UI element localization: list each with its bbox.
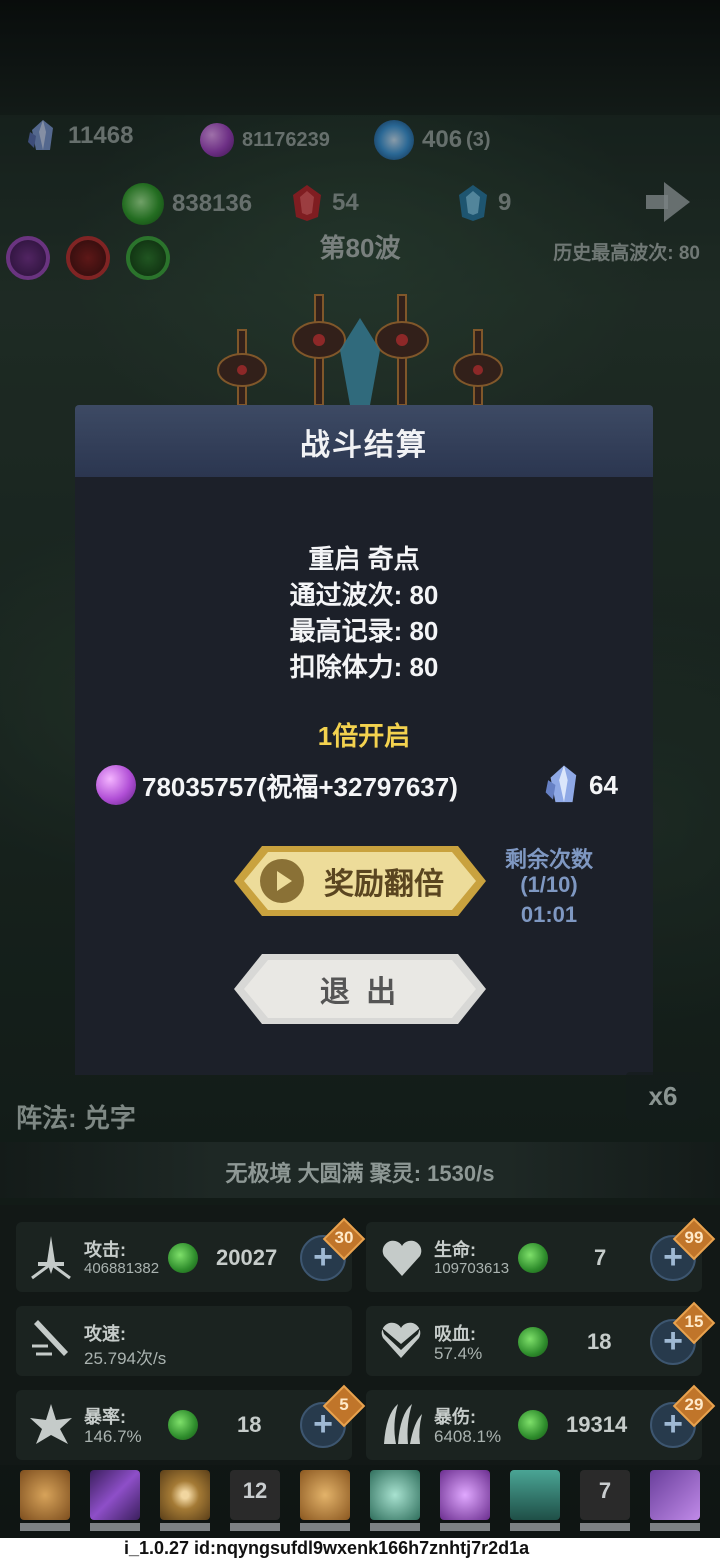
- attack-speed-value: 25.794次/s: [84, 1349, 167, 1368]
- skill-7-bar: [440, 1523, 490, 1531]
- green-essence-icon: [518, 1327, 548, 1357]
- crit-damage-value: 6408.1%: [434, 1427, 502, 1446]
- attack-label: 攻击:: [84, 1240, 126, 1260]
- skill-vortex-icon[interactable]: [160, 1470, 210, 1520]
- sword-icon: [31, 1236, 71, 1280]
- orb-reward-amount: 78035757(祝福+32797637): [142, 771, 458, 802]
- green-essence-icon: [168, 1243, 198, 1273]
- skill-slash-icon[interactable]: [90, 1470, 140, 1520]
- skill-tornado-icon[interactable]: [20, 1470, 70, 1520]
- crit-damage-level: 29: [684, 1395, 704, 1414]
- stamina-cost: 扣除体力: 80: [289, 652, 439, 682]
- hp-label: 生命:: [434, 1240, 476, 1260]
- skill-6-bar: [370, 1523, 420, 1531]
- formation-label: 阵法: 兑字: [16, 1103, 136, 1133]
- crit-damage-cost: 19314: [566, 1412, 628, 1437]
- double-reward-button[interactable]: 奖励翻倍: [232, 844, 488, 918]
- lifesteal-label: 吸血:: [434, 1324, 476, 1344]
- lifesteal-heart-icon: [381, 1322, 421, 1358]
- crit-rate-level: 5: [339, 1395, 349, 1414]
- lifesteal-value: 57.4%: [434, 1344, 483, 1363]
- remaining-timer: 01:01: [520, 902, 578, 927]
- skill-4-bar: [230, 1523, 280, 1531]
- attack-cost: 20027: [216, 1245, 278, 1270]
- hp-value: 109703613: [434, 1260, 510, 1277]
- attack-level: 30: [334, 1228, 354, 1247]
- skill-orbs-icon[interactable]: [300, 1470, 350, 1520]
- skill-4-cooldown: 12: [242, 1478, 268, 1503]
- multiplier-status: 1倍开启: [317, 721, 411, 751]
- remaining-count: (1/10): [520, 872, 578, 897]
- exit-label: 退 出: [319, 976, 401, 1009]
- swift-sword-icon: [32, 1320, 68, 1356]
- realm-status: 无极境 大圆满 聚灵: 1530/s: [225, 1161, 495, 1186]
- hp-level: 99: [684, 1228, 704, 1247]
- play-video-icon: [260, 859, 304, 903]
- skill-9-cooldown: 7: [598, 1478, 612, 1503]
- skill-3-bar: [160, 1523, 210, 1531]
- double-reward-label: 奖励翻倍: [324, 868, 444, 901]
- crit-rate-value: 146.7%: [84, 1427, 142, 1446]
- remaining-label: 剩余次数: [504, 847, 593, 872]
- green-essence-icon: [518, 1243, 548, 1273]
- attack-speed-label: 攻速:: [84, 1324, 126, 1344]
- heart-icon: [382, 1240, 422, 1276]
- skill-5-bar: [300, 1523, 350, 1531]
- lifesteal-level: 15: [684, 1312, 704, 1331]
- crit-rate-cost: 18: [237, 1412, 262, 1437]
- mode-name: 重启 奇点: [308, 544, 420, 574]
- skill-9-bar: [580, 1523, 630, 1531]
- skill-blade-icon[interactable]: [510, 1470, 560, 1520]
- skill-1-bar: [20, 1523, 70, 1531]
- version-info: i_1.0.27 id:nqyngsufdl9wxenk166h7znhtj7r…: [124, 1538, 530, 1558]
- hp-cost: 7: [594, 1245, 607, 1270]
- modal-title: 战斗结算: [300, 429, 428, 462]
- exit-button[interactable]: 退 出: [232, 952, 488, 1026]
- crit-burst-icon: [30, 1404, 72, 1444]
- lifesteal-cost: 18: [587, 1329, 612, 1354]
- claw-icon: [384, 1404, 422, 1444]
- skill-sun-icon[interactable]: [370, 1470, 420, 1520]
- green-essence-icon: [518, 1410, 548, 1440]
- skill-galaxy-icon[interactable]: [440, 1470, 490, 1520]
- crystal-reward: 64: [543, 763, 618, 807]
- waves-passed: 通过波次: 80: [289, 580, 439, 610]
- skill-10-bar: [650, 1523, 700, 1531]
- crit-rate-label: 暴率:: [84, 1407, 126, 1427]
- game-speed-button[interactable]: x6: [626, 1072, 700, 1120]
- attack-value: 406881382: [84, 1260, 160, 1277]
- skill-2-bar: [90, 1523, 140, 1531]
- skill-wing-icon[interactable]: [650, 1470, 700, 1520]
- purple-orb-icon: [96, 765, 136, 805]
- skill-8-bar: [510, 1523, 560, 1531]
- highest-record: 最高记录: 80: [289, 616, 439, 646]
- orb-reward: 78035757(祝福+32797637): [96, 765, 458, 805]
- crit-damage-label: 暴伤:: [434, 1407, 476, 1427]
- green-essence-icon: [168, 1410, 198, 1440]
- crystal-reward-amount: 64: [589, 769, 618, 800]
- crystal-icon: [545, 765, 577, 803]
